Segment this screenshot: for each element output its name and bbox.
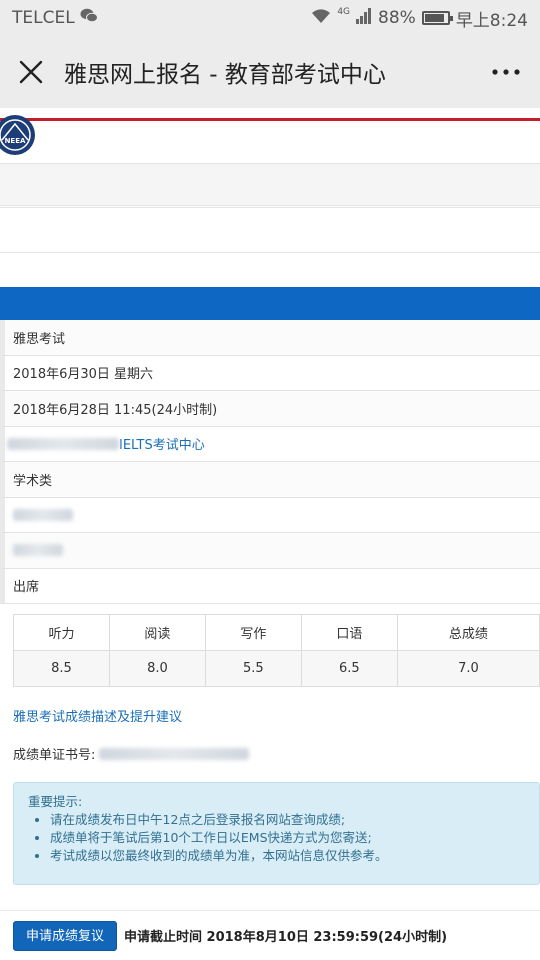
site-header: NEEA	[0, 108, 540, 164]
attendance-status: 出席	[13, 580, 40, 596]
score-reading: 8.0	[108, 650, 206, 687]
scores-value-row: 8.5 8.0 5.5 6.5 7.0	[13, 650, 540, 687]
footer-bar: 申请成绩复议 申请截止时间 2018年8月10日 23:59:59(24小时制)	[0, 910, 540, 960]
scores-header-row: 听力 阅读 写作 口语 总成绩	[13, 614, 540, 651]
wechat-icon	[80, 8, 98, 28]
wifi-icon	[311, 8, 331, 29]
section-bar	[0, 287, 540, 320]
header-band-white	[0, 207, 540, 253]
certificate-number: 成绩单证书号:	[13, 744, 250, 763]
redacted-id	[13, 544, 63, 557]
signal-icon	[356, 7, 372, 29]
row-exam-date: 2018年6月30日 星期六	[0, 355, 540, 391]
scores-table: 听力 阅读 写作 口语 总成绩 8.5 8.0 5.5 6.5 7.0	[13, 614, 540, 687]
score-speaking: 6.5	[300, 650, 398, 687]
close-button[interactable]	[16, 57, 46, 87]
nav-bar: 雅思网上报名 - 教育部考试中心	[0, 36, 540, 108]
carrier-name: TELCEL	[12, 8, 75, 28]
header-speaking: 口语	[300, 614, 398, 651]
notice-item: 请在成绩发布日中午12点之后登录报名网站查询成绩;	[50, 811, 525, 829]
row-attendance: 出席	[0, 568, 540, 604]
release-time: 2018年6月28日 11:45(24小时制)	[13, 402, 218, 418]
header-red-line	[0, 118, 540, 121]
header-listening: 听力	[13, 614, 110, 651]
notice-item: 考试成绩以您最终收到的成绩单为准，本网站信息仅供参考。	[50, 847, 525, 865]
carrier: TELCEL	[12, 8, 98, 28]
review-deadline: 申请截止时间 2018年8月10日 23:59:59(24小时制)	[124, 930, 448, 945]
redacted-name	[13, 508, 73, 521]
exam-type: 雅思考试	[13, 331, 66, 347]
neea-logo: NEEA	[0, 114, 36, 160]
exam-date: 2018年6月30日 星期六	[13, 367, 154, 383]
test-center-link[interactable]: IELTS考试中心	[119, 434, 205, 453]
more-menu-button[interactable]	[488, 57, 524, 87]
logo-text: NEEA	[5, 137, 26, 145]
header-band-grey	[0, 164, 540, 206]
redacted-center-name	[7, 437, 119, 450]
redacted-certificate-number	[99, 747, 250, 760]
score-writing: 5.5	[204, 650, 302, 687]
network-type: 4G	[337, 7, 351, 17]
header-reading: 阅读	[108, 614, 206, 651]
header-overall: 总成绩	[396, 614, 540, 651]
score-listening: 8.5	[13, 650, 110, 687]
header-writing: 写作	[204, 614, 302, 651]
apply-review-button[interactable]: 申请成绩复议	[13, 920, 118, 951]
row-test-center: IELTS考试中心	[0, 426, 540, 462]
battery-icon	[421, 11, 453, 25]
row-candidate-name	[0, 497, 540, 533]
certificate-label: 成绩单证书号:	[13, 748, 96, 763]
close-icon	[19, 60, 43, 84]
result-info-list: 雅思考试 2018年6月30日 星期六 2018年6月28日 11:45(24小…	[0, 320, 540, 604]
more-icon	[492, 69, 520, 75]
status-bar: TELCEL 4G 88% 早上8:24	[0, 0, 540, 36]
notice-list: 请在成绩发布日中午12点之后登录报名网站查询成绩; 成绩单将于笔试后第10个工作…	[28, 811, 525, 865]
row-release-time: 2018年6月28日 11:45(24小时制)	[0, 391, 540, 427]
row-module: 学术类	[0, 462, 540, 498]
score-description-link[interactable]: 雅思考试成绩描述及提升建议	[13, 706, 182, 725]
battery-percent: 88%	[378, 8, 416, 28]
notice-item: 成绩单将于笔试后第10个工作日以EMS快递方式为您寄送;	[50, 829, 525, 847]
page-title: 雅思网上报名 - 教育部考试中心	[64, 62, 386, 88]
notice-title: 重要提示:	[28, 794, 83, 809]
header-band-spacer	[0, 254, 540, 287]
row-exam-type: 雅思考试	[0, 320, 540, 356]
important-notice: 重要提示: 请在成绩发布日中午12点之后登录报名网站查询成绩; 成绩单将于笔试后…	[13, 782, 540, 885]
score-overall: 7.0	[396, 650, 540, 687]
row-candidate-id	[0, 533, 540, 569]
exam-module: 学术类	[13, 473, 53, 489]
clock: 早上8:24	[455, 10, 528, 31]
